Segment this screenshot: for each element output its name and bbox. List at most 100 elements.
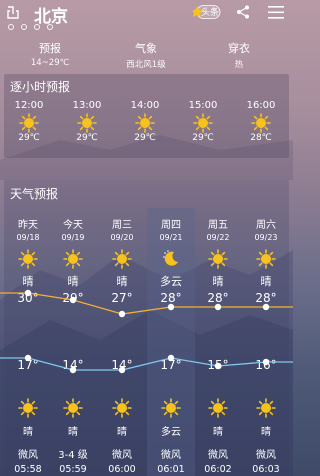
high-temp-label: 29° — [62, 291, 84, 305]
hourly-forecast-panel: 逐小时预报 12:00 29℃ 13:00 29℃ 14:00 29℃ 15:00 29℃ 16… — [4, 74, 289, 158]
day-name: 今天 — [63, 220, 83, 231]
day-column[interactable]: 周四 09/21 多云 28° 17° 多云 微风 06:01 — [147, 208, 195, 476]
hourly-time: 13:00 — [72, 100, 102, 111]
night-condition: 晴 — [261, 427, 271, 438]
wind-level: 微风 — [208, 450, 228, 461]
moon-icon — [163, 250, 178, 266]
daily-title: 天气预报 — [10, 187, 59, 201]
sunset-time: 05:59 — [59, 464, 87, 475]
news-badge-label[interactable]: 头条 — [201, 5, 219, 18]
sun-icon — [135, 113, 155, 133]
day-condition: 多云 — [160, 275, 182, 288]
day-condition: 晴 — [22, 275, 34, 288]
night-condition: 晴 — [117, 427, 127, 438]
share-icon[interactable] — [236, 5, 250, 19]
high-temp-label: 28° — [255, 291, 277, 305]
hourly-time: 14:00 — [130, 100, 160, 111]
page-dot — [47, 24, 53, 30]
page-dot — [34, 24, 40, 30]
sun-icon — [63, 249, 83, 269]
hourly-time: 12:00 — [14, 100, 44, 111]
sunset-time: 06:03 — [252, 464, 280, 475]
hourly-time: 16:00 — [246, 100, 276, 111]
night-condition: 晴 — [23, 427, 33, 438]
summary-value: 西北风1级 — [126, 60, 166, 70]
menu-icon[interactable] — [268, 6, 284, 19]
low-temp-label: 16° — [255, 358, 277, 372]
day-date: 09/23 — [254, 233, 278, 242]
hourly-item: 16:00 28℃ — [236, 100, 286, 143]
hourly-temp: 28℃ — [250, 133, 272, 143]
wind-level: 3-4 级 — [58, 450, 88, 461]
hourly-temp: 29℃ — [76, 133, 98, 143]
wind-level: 微风 — [18, 450, 38, 461]
day-column[interactable]: 周五 09/22 晴 28° 15° 晴微风 06:02 — [194, 208, 242, 476]
low-temp-label: 17° — [160, 358, 182, 372]
hourly-title: 逐小时预报 — [10, 80, 71, 94]
day-date: 09/22 — [206, 233, 230, 242]
day-condition: 晴 — [116, 275, 128, 288]
page-dot — [8, 24, 14, 30]
summary-value: 14~29℃ — [30, 58, 70, 68]
day-date: 09/20 — [110, 233, 134, 242]
sun-icon — [77, 113, 97, 133]
wind-level: 微风 — [161, 450, 181, 461]
sun-icon — [18, 249, 38, 269]
sun-icon — [193, 113, 213, 133]
day-column[interactable]: 昨天 09/18 晴 30° 17° 晴微风 05:58 — [4, 208, 52, 476]
hourly-item: 14:00 29℃ — [120, 100, 170, 143]
sun-icon — [256, 398, 276, 418]
hourly-temp: 29℃ — [134, 133, 156, 143]
wind-level: 微风 — [256, 450, 276, 461]
summary-weather: 气象 西北风1级 — [106, 40, 186, 70]
summary-value: 热 — [234, 60, 244, 70]
sunset-time: 06:01 — [157, 464, 185, 475]
day-date: 09/18 — [16, 233, 40, 242]
sunset-time: 05:58 — [14, 464, 42, 475]
summary-label: 穿衣 — [228, 42, 250, 55]
sun-icon — [208, 398, 228, 418]
sun-icon — [208, 249, 228, 269]
day-date: 09/19 — [61, 233, 85, 242]
today-summary: 预报 14~29℃ 气象 西北风1级 穿衣 热 — [0, 40, 293, 70]
summary-forecast: 预报 14~29℃ — [10, 40, 90, 68]
day-condition: 晴 — [260, 275, 272, 288]
top-bar: 北京 头条 — [0, 0, 293, 27]
high-temp-label: 27° — [111, 291, 133, 305]
sun-icon — [112, 249, 132, 269]
day-name: 周三 — [112, 220, 132, 231]
summary-label: 预报 — [39, 42, 61, 55]
hourly-list[interactable]: 12:00 29℃ 13:00 29℃ 14:00 29℃ 15:00 29℃ 16:00 28℃ — [4, 100, 289, 156]
hourly-item: 12:00 29℃ — [4, 100, 54, 143]
hourly-item: 15:00 29℃ — [178, 100, 228, 143]
low-temp-label: 14° — [111, 358, 133, 372]
hourly-temp: 29℃ — [18, 133, 40, 143]
sun-icon — [18, 398, 38, 418]
sun-icon — [256, 249, 276, 269]
high-temp-label: 28° — [160, 291, 182, 305]
night-condition: 晴 — [68, 427, 78, 438]
night-condition: 多云 — [161, 427, 181, 438]
day-name: 周四 — [161, 220, 181, 231]
sun-icon — [161, 398, 181, 418]
location-add-icon[interactable] — [6, 4, 20, 20]
hourly-item: 13:00 29℃ — [62, 100, 112, 143]
sun-icon — [251, 113, 271, 133]
hourly-temp: 29℃ — [192, 133, 214, 143]
sun-icon — [112, 398, 132, 418]
day-column[interactable]: 周三 09/20 晴 27° 14° 晴微风 06:00 — [98, 208, 146, 476]
low-temp-label: 17° — [17, 358, 39, 372]
night-condition: 晴 — [213, 427, 223, 438]
page-indicator — [8, 24, 53, 30]
day-column[interactable]: 周六 09/23 晴 28° 16° 晴微风 06:03 — [242, 208, 290, 476]
sunset-time: 06:00 — [108, 464, 136, 475]
high-temp-label: 30° — [17, 291, 39, 305]
day-column[interactable]: 今天 09/19 晴 29° 14° 晴 3-4 级 05:59 — [49, 208, 97, 476]
page-dot — [21, 24, 27, 30]
sun-icon — [19, 113, 39, 133]
day-condition: 晴 — [67, 275, 79, 288]
sunset-time: 06:02 — [204, 464, 232, 475]
day-condition: 晴 — [212, 275, 224, 288]
low-temp-label: 14° — [62, 358, 84, 372]
day-name: 周五 — [208, 220, 228, 231]
